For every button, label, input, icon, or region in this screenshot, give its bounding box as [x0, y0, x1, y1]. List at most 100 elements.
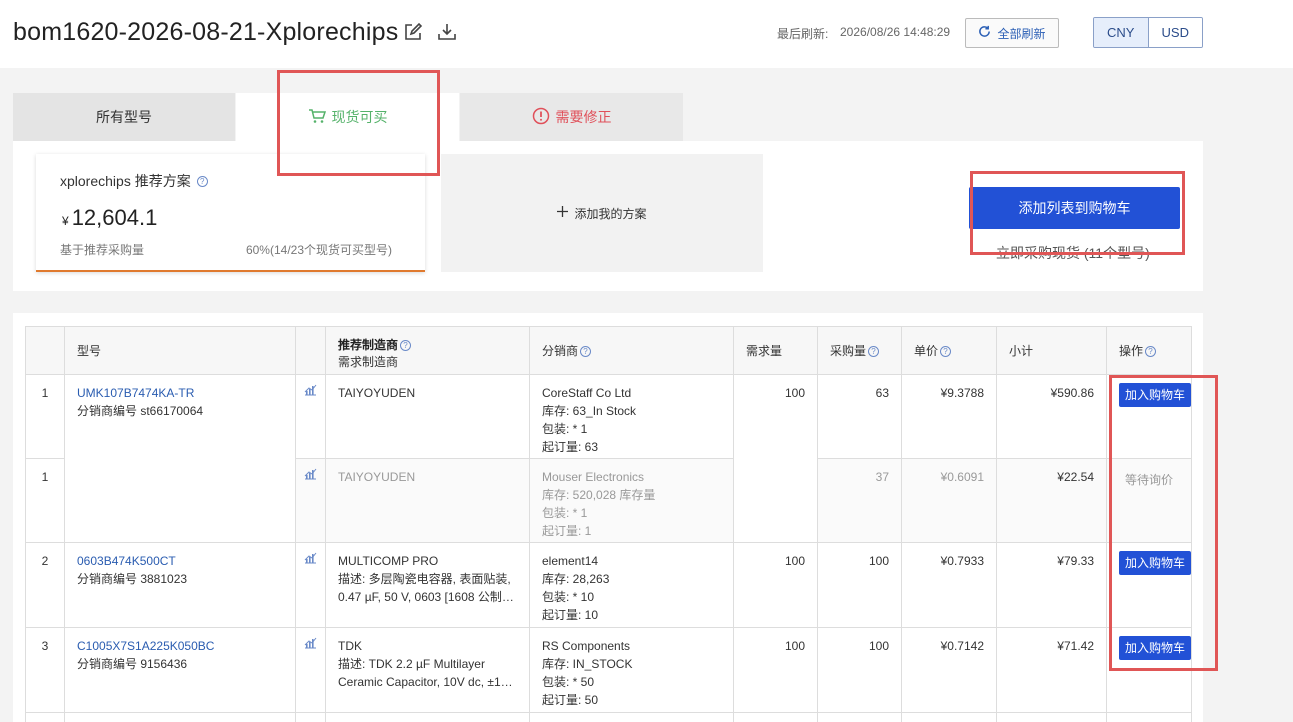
col-purchase-qty: 采购量?	[817, 326, 902, 375]
unit-price: ¥0.7142	[901, 627, 997, 713]
distributor-cell: CoreStaff Co Ltd 库存: 63_In Stock 包装: * 1…	[529, 374, 734, 459]
part-cell: UMK107B7474KA-TR 分销商编号 st66170064	[64, 374, 296, 543]
col-chart	[295, 326, 326, 375]
table-row: 1 UMK107B7474KA-TR 分销商编号 st66170064 TAIY…	[25, 374, 1192, 543]
add-to-cart-button[interactable]: 加入购物车	[1119, 636, 1191, 660]
add-my-plan-label: 添加我的方案	[574, 206, 647, 221]
col-purchase-qty-label: 采购量	[830, 344, 867, 358]
help-icon[interactable]: ?	[196, 175, 208, 187]
currency-usd-button[interactable]: USD	[1147, 18, 1202, 47]
moq-info: 起订量: 10	[542, 608, 599, 622]
part-number-link[interactable]: C1005X7S1A225K050BC	[77, 637, 283, 655]
add-to-cart-button[interactable]: 加入购物车	[1119, 383, 1191, 407]
price-chart-cell[interactable]	[295, 542, 326, 628]
help-icon[interactable]: ?	[940, 346, 952, 358]
part-description-line1: 描述: 多层陶瓷电容器, 表面贴装,	[338, 572, 511, 586]
part-description-line2: Ceramic Capacitor, 10V dc, ±10...	[338, 675, 517, 689]
refresh-all-label: 全部刷新	[997, 26, 1046, 41]
row-index: 3	[25, 627, 65, 713]
col-action: 操作?	[1106, 326, 1192, 375]
col-unit-price-label: 单价	[914, 344, 939, 358]
refresh-all-button[interactable]: 全部刷新	[965, 18, 1059, 48]
recommended-plan-card[interactable]: xplorechips 推荐方案 ? ¥12,604.1 基于推荐采购量 60%…	[36, 154, 425, 272]
package-info: 包装: * 1	[542, 506, 588, 520]
plan-basis: 基于推荐采购量	[60, 243, 145, 257]
alert-circle-icon	[532, 107, 550, 128]
price-chart-cell[interactable]	[295, 627, 326, 713]
demand-qty: 100	[733, 627, 818, 713]
part-number-link[interactable]: UMK107B7474KA-TR	[77, 384, 283, 402]
col-mfr-recommended: 推荐制造商	[338, 337, 399, 352]
moq-info: 起订量: 50	[542, 693, 599, 707]
tab-needs-fix-label: 需要修正	[555, 109, 612, 125]
last-refresh-time: 2026/08/26 14:48:29	[840, 25, 951, 39]
currency-symbol: ¥	[62, 214, 69, 228]
stock-info: 库存: IN_STOCK	[542, 657, 633, 671]
add-to-cart-button[interactable]: 加入购物车	[1119, 551, 1191, 575]
table-row: 2 0603B474K500CT 分销商编号 3881023 MULTICOMP…	[25, 542, 1192, 628]
help-icon[interactable]: ?	[868, 346, 880, 358]
purchase-qty[interactable]: 63	[817, 374, 902, 459]
edit-icon[interactable]	[403, 22, 425, 44]
currency-cny-button[interactable]: CNY	[1094, 18, 1148, 47]
part-description-line1: 描述: TDK 2.2 µF Multilayer	[338, 657, 485, 671]
plus-icon	[557, 206, 569, 220]
demand-qty: 100	[733, 542, 818, 628]
tab-all-models[interactable]: 所有型号	[13, 93, 235, 141]
manufacturer-name: TDK	[338, 639, 362, 653]
action-cell: 加入购物车	[1106, 542, 1192, 628]
action-cell: 加入购物车	[1106, 374, 1192, 459]
part-cell: 0603B474K500CT 分销商编号 3881023	[64, 542, 296, 628]
tab-in-stock[interactable]: 现货可买	[236, 93, 459, 141]
add-my-plan-button[interactable]: 添加我的方案	[441, 154, 763, 272]
currency-toggle: CNY USD	[1093, 17, 1203, 48]
part-number-link[interactable]: 0603B474K500CT	[77, 552, 283, 570]
col-distributor-label: 分销商	[542, 344, 579, 358]
purchase-qty[interactable]: 100	[817, 627, 902, 713]
price-chart-cell[interactable]	[295, 458, 326, 543]
tab-in-stock-label: 现货可买	[331, 109, 388, 125]
tab-needs-fix[interactable]: 需要修正	[460, 93, 683, 141]
purchase-qty[interactable]: 100	[817, 542, 902, 628]
table-row: 3 C1005X7S1A225K050BC 分销商编号 9156436 TDK …	[25, 627, 1192, 713]
col-demand-qty: 需求量	[733, 326, 818, 375]
page-title: bom1620-2026-08-21-Xplorechips	[13, 18, 399, 46]
add-list-to-cart-button[interactable]: 添加列表到购物车	[969, 187, 1180, 229]
distributor-name: CoreStaff Co Ltd	[542, 386, 632, 400]
plan-price-value: 12,604.1	[71, 205, 158, 230]
help-icon[interactable]: ?	[400, 339, 412, 351]
refresh-icon	[978, 25, 991, 41]
buy-now-in-stock-link[interactable]: 立即采购现货 (11个型号)	[996, 243, 1150, 263]
purchase-qty[interactable]: 37	[817, 458, 902, 543]
col-action-label: 操作	[1119, 344, 1144, 358]
plan-total-price: ¥12,604.1	[62, 205, 157, 231]
download-icon[interactable]	[437, 22, 459, 44]
plan-title: xplorechips 推荐方案 ?	[60, 171, 208, 191]
bar-chart-icon	[304, 552, 317, 567]
stock-info: 库存: 520,028 库存量	[542, 488, 656, 502]
subtotal: ¥79.33	[996, 542, 1107, 628]
table-row	[25, 712, 1192, 722]
unit-price: ¥0.7933	[901, 542, 997, 628]
demand-qty: 100	[733, 374, 818, 543]
distributor-number: 分销商编号 st66170064	[77, 404, 204, 418]
package-info: 包装: * 10	[542, 590, 595, 604]
manufacturer-cell: MULTICOMP PRO 描述: 多层陶瓷电容器, 表面贴装, 0.47 µF…	[325, 542, 530, 628]
part-description-line2: 0.47 µF, 50 V, 0603 [1608 公制], ...	[338, 590, 517, 604]
help-icon[interactable]: ?	[580, 346, 592, 358]
price-chart-cell[interactable]	[295, 374, 326, 459]
last-refresh-label: 最后刷新:	[777, 27, 829, 41]
distributor-name: Mouser Electronics	[542, 470, 645, 484]
bar-chart-icon	[304, 468, 317, 483]
page-header: bom1620-2026-08-21-Xplorechips 最后刷新: 202…	[0, 0, 1293, 68]
cart-icon	[308, 108, 326, 127]
distributor-name: element14	[542, 554, 599, 568]
unit-price: ¥0.6091	[901, 458, 997, 543]
row-index: 1	[25, 458, 65, 543]
col-part: 型号	[64, 326, 296, 375]
subtotal: ¥590.86	[996, 374, 1107, 459]
awaiting-quote-label: 等待询价	[1124, 473, 1173, 487]
help-icon[interactable]: ?	[1145, 346, 1157, 358]
subtotal: ¥22.54	[996, 458, 1107, 543]
distributor-number: 分销商编号 3881023	[77, 572, 188, 586]
